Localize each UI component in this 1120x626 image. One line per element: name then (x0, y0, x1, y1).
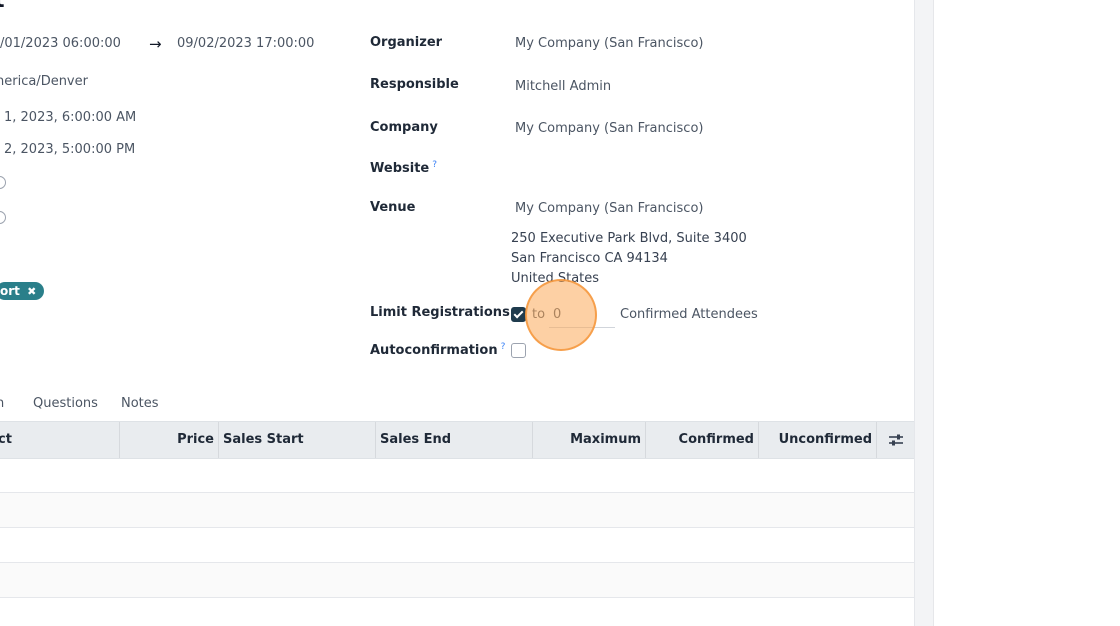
responsible-field[interactable]: Mitchell Admin (515, 79, 611, 94)
company-field[interactable]: My Company (San Francisco) (515, 121, 703, 136)
radio-option-2[interactable] (0, 211, 6, 224)
event-title[interactable]: t (0, 0, 5, 13)
timezone-field[interactable]: nerica/Denver (0, 74, 88, 89)
start-date-field[interactable]: /01/2023 06:00:00 (0, 36, 121, 51)
tab-notes[interactable]: Notes (121, 396, 159, 411)
column-price[interactable]: Price (119, 422, 218, 458)
table-row (0, 458, 914, 493)
chatter-panel (934, 0, 1120, 626)
venue-label: Venue (370, 200, 416, 215)
autoconfirmation-help-icon[interactable]: ? (501, 342, 506, 352)
venue-address-line2: San Francisco CA 94134 (511, 251, 668, 266)
column-confirmed[interactable]: Confirmed (645, 422, 758, 458)
table-row (0, 528, 914, 563)
limit-registrations-label: Limit Registrations (370, 305, 510, 320)
tag-label: ort (0, 284, 20, 298)
table-row (0, 563, 914, 598)
click-highlight-indicator (525, 279, 597, 351)
venue-field[interactable]: My Company (San Francisco) (515, 201, 703, 216)
responsible-label: Responsible (370, 77, 459, 92)
venue-address-line1: 250 Executive Park Blvd, Suite 3400 (511, 231, 747, 246)
tab-questions[interactable]: Questions (33, 396, 98, 411)
tab-communication[interactable]: n (0, 396, 4, 411)
limit-suffix-text: Confirmed Attendees (620, 307, 758, 322)
end-date-field[interactable]: 09/02/2023 17:00:00 (177, 36, 314, 51)
tag-badge: ort ✖ (0, 282, 45, 300)
column-unconfirmed[interactable]: Unconfirmed (758, 422, 876, 458)
column-sales-start[interactable]: Sales Start (218, 422, 375, 458)
autoconfirmation-label-text: Autoconfirmation (370, 343, 498, 358)
website-label: Website? (370, 160, 437, 176)
organizer-label: Organizer (370, 35, 443, 50)
autoconfirmation-label: Autoconfirmation? (370, 342, 506, 358)
optional-columns-sliders-icon[interactable] (876, 422, 914, 458)
chatter-gutter (915, 0, 934, 626)
tag-remove-icon[interactable]: ✖ (27, 285, 36, 298)
table-row (0, 493, 914, 528)
autoconfirmation-checkbox[interactable] (511, 343, 526, 358)
column-sales-end[interactable]: Sales End (375, 422, 532, 458)
tickets-table-header: ct Price Sales Start Sales End Maximum C… (0, 421, 914, 459)
column-product[interactable]: ct (0, 422, 120, 458)
company-label: Company (370, 120, 438, 135)
website-label-text: Website (370, 161, 430, 176)
form-sheet: t /01/2023 06:00:00 → 09/02/2023 17:00:0… (0, 0, 915, 626)
organizer-field[interactable]: My Company (San Francisco) (515, 36, 703, 51)
website-help-icon[interactable]: ? (432, 160, 437, 170)
date-begin-display: 1, 2023, 6:00:00 AM (4, 110, 137, 125)
radio-option-1[interactable] (0, 176, 6, 189)
date-end-display: 2, 2023, 5:00:00 PM (4, 142, 136, 157)
date-range-arrow-icon: → (149, 35, 162, 53)
column-maximum[interactable]: Maximum (532, 422, 645, 458)
limit-registrations-checkbox[interactable] (511, 307, 526, 322)
